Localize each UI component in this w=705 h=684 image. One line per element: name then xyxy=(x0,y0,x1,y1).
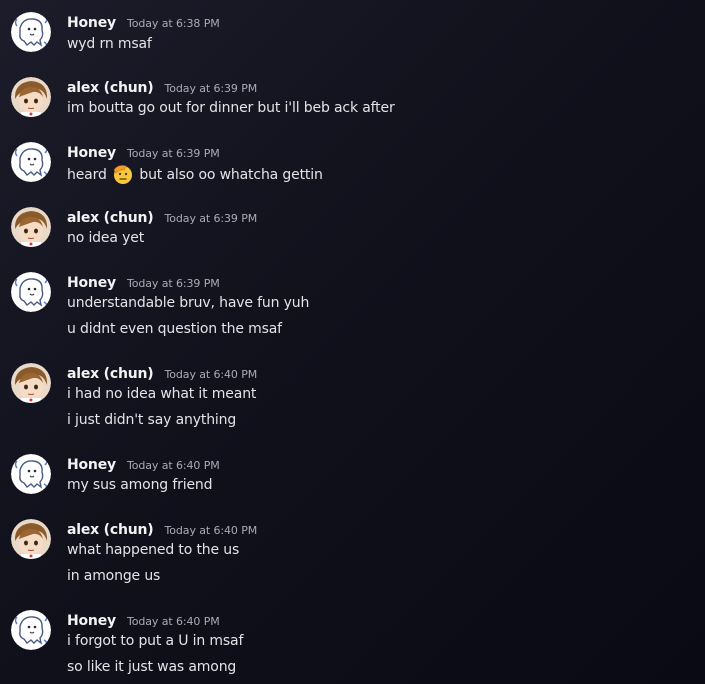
message-text: im boutta go out for dinner but i'll beb… xyxy=(67,100,395,116)
honey-avatar[interactable] xyxy=(11,454,51,494)
timestamp: Today at 6:39 PM xyxy=(164,212,258,225)
alex-avatar[interactable] xyxy=(11,519,51,559)
ghost-icon xyxy=(11,272,51,312)
username[interactable]: alex (chun) xyxy=(67,80,154,96)
message-text-part: but also oo whatcha gettin xyxy=(139,167,323,183)
username[interactable]: Honey xyxy=(67,613,116,629)
message-text: no idea yet xyxy=(67,230,145,246)
honey-avatar[interactable] xyxy=(11,142,51,182)
timestamp: Today at 6:38 PM xyxy=(127,17,220,30)
message-text: heard but also oo whatcha gettin xyxy=(67,163,323,185)
anime-boy-icon xyxy=(11,77,51,117)
timestamp: Today at 6:39 PM xyxy=(127,147,220,160)
timestamp: Today at 6:40 PM xyxy=(127,615,220,628)
alex-avatar[interactable] xyxy=(11,207,51,247)
message-text: in amonge us xyxy=(67,568,161,584)
username[interactable]: alex (chun) xyxy=(67,522,154,538)
message-text-part: heard xyxy=(67,167,107,183)
message-header: Honey Today at 6:40 PM xyxy=(67,610,220,630)
message-text: wyd rn msaf xyxy=(67,36,152,52)
username[interactable]: Honey xyxy=(67,457,116,473)
message-text: what happened to the us xyxy=(67,542,240,558)
saluting-face-emoji xyxy=(113,165,133,184)
message-header: alex (chun) Today at 6:39 PM xyxy=(67,207,257,227)
message-text: understandable bruv, have fun yuh xyxy=(67,295,310,311)
ghost-icon xyxy=(11,142,51,182)
honey-avatar[interactable] xyxy=(11,12,51,52)
message-header: Honey Today at 6:40 PM xyxy=(67,454,220,474)
username[interactable]: alex (chun) xyxy=(67,210,154,226)
honey-avatar[interactable] xyxy=(11,272,51,312)
message-header: Honey Today at 6:38 PM xyxy=(67,12,220,32)
username[interactable]: Honey xyxy=(67,15,116,31)
honey-avatar[interactable] xyxy=(11,610,51,650)
message-header: alex (chun) Today at 6:39 PM xyxy=(67,77,257,97)
timestamp: Today at 6:40 PM xyxy=(164,368,258,381)
message-text: i just didn't say anything xyxy=(67,412,237,428)
ghost-icon xyxy=(11,12,51,52)
chat-message-list: Honey Today at 6:38 PM wyd rn msaf alex … xyxy=(0,0,705,684)
message-text: i forgot to put a U in msaf xyxy=(67,633,244,649)
anime-boy-icon xyxy=(11,207,51,247)
anime-boy-icon xyxy=(11,519,51,559)
alex-avatar[interactable] xyxy=(11,77,51,117)
ghost-icon xyxy=(11,610,51,650)
ghost-icon xyxy=(11,454,51,494)
username[interactable]: Honey xyxy=(67,145,116,161)
message-text: i had no idea what it meant xyxy=(67,386,257,402)
message-text: so like it just was among xyxy=(67,659,237,675)
username[interactable]: alex (chun) xyxy=(67,366,154,382)
timestamp: Today at 6:40 PM xyxy=(127,459,220,472)
timestamp: Today at 6:39 PM xyxy=(127,277,220,290)
message-text: u didnt even question the msaf xyxy=(67,321,282,337)
message-header: Honey Today at 6:39 PM xyxy=(67,272,220,292)
timestamp: Today at 6:40 PM xyxy=(164,524,258,537)
anime-boy-icon xyxy=(11,363,51,403)
username[interactable]: Honey xyxy=(67,275,116,291)
message-header: alex (chun) Today at 6:40 PM xyxy=(67,363,257,383)
timestamp: Today at 6:39 PM xyxy=(164,82,258,95)
message-header: alex (chun) Today at 6:40 PM xyxy=(67,519,257,539)
message-header: Honey Today at 6:39 PM xyxy=(67,142,220,162)
alex-avatar[interactable] xyxy=(11,363,51,403)
message-text: my sus among friend xyxy=(67,477,213,493)
